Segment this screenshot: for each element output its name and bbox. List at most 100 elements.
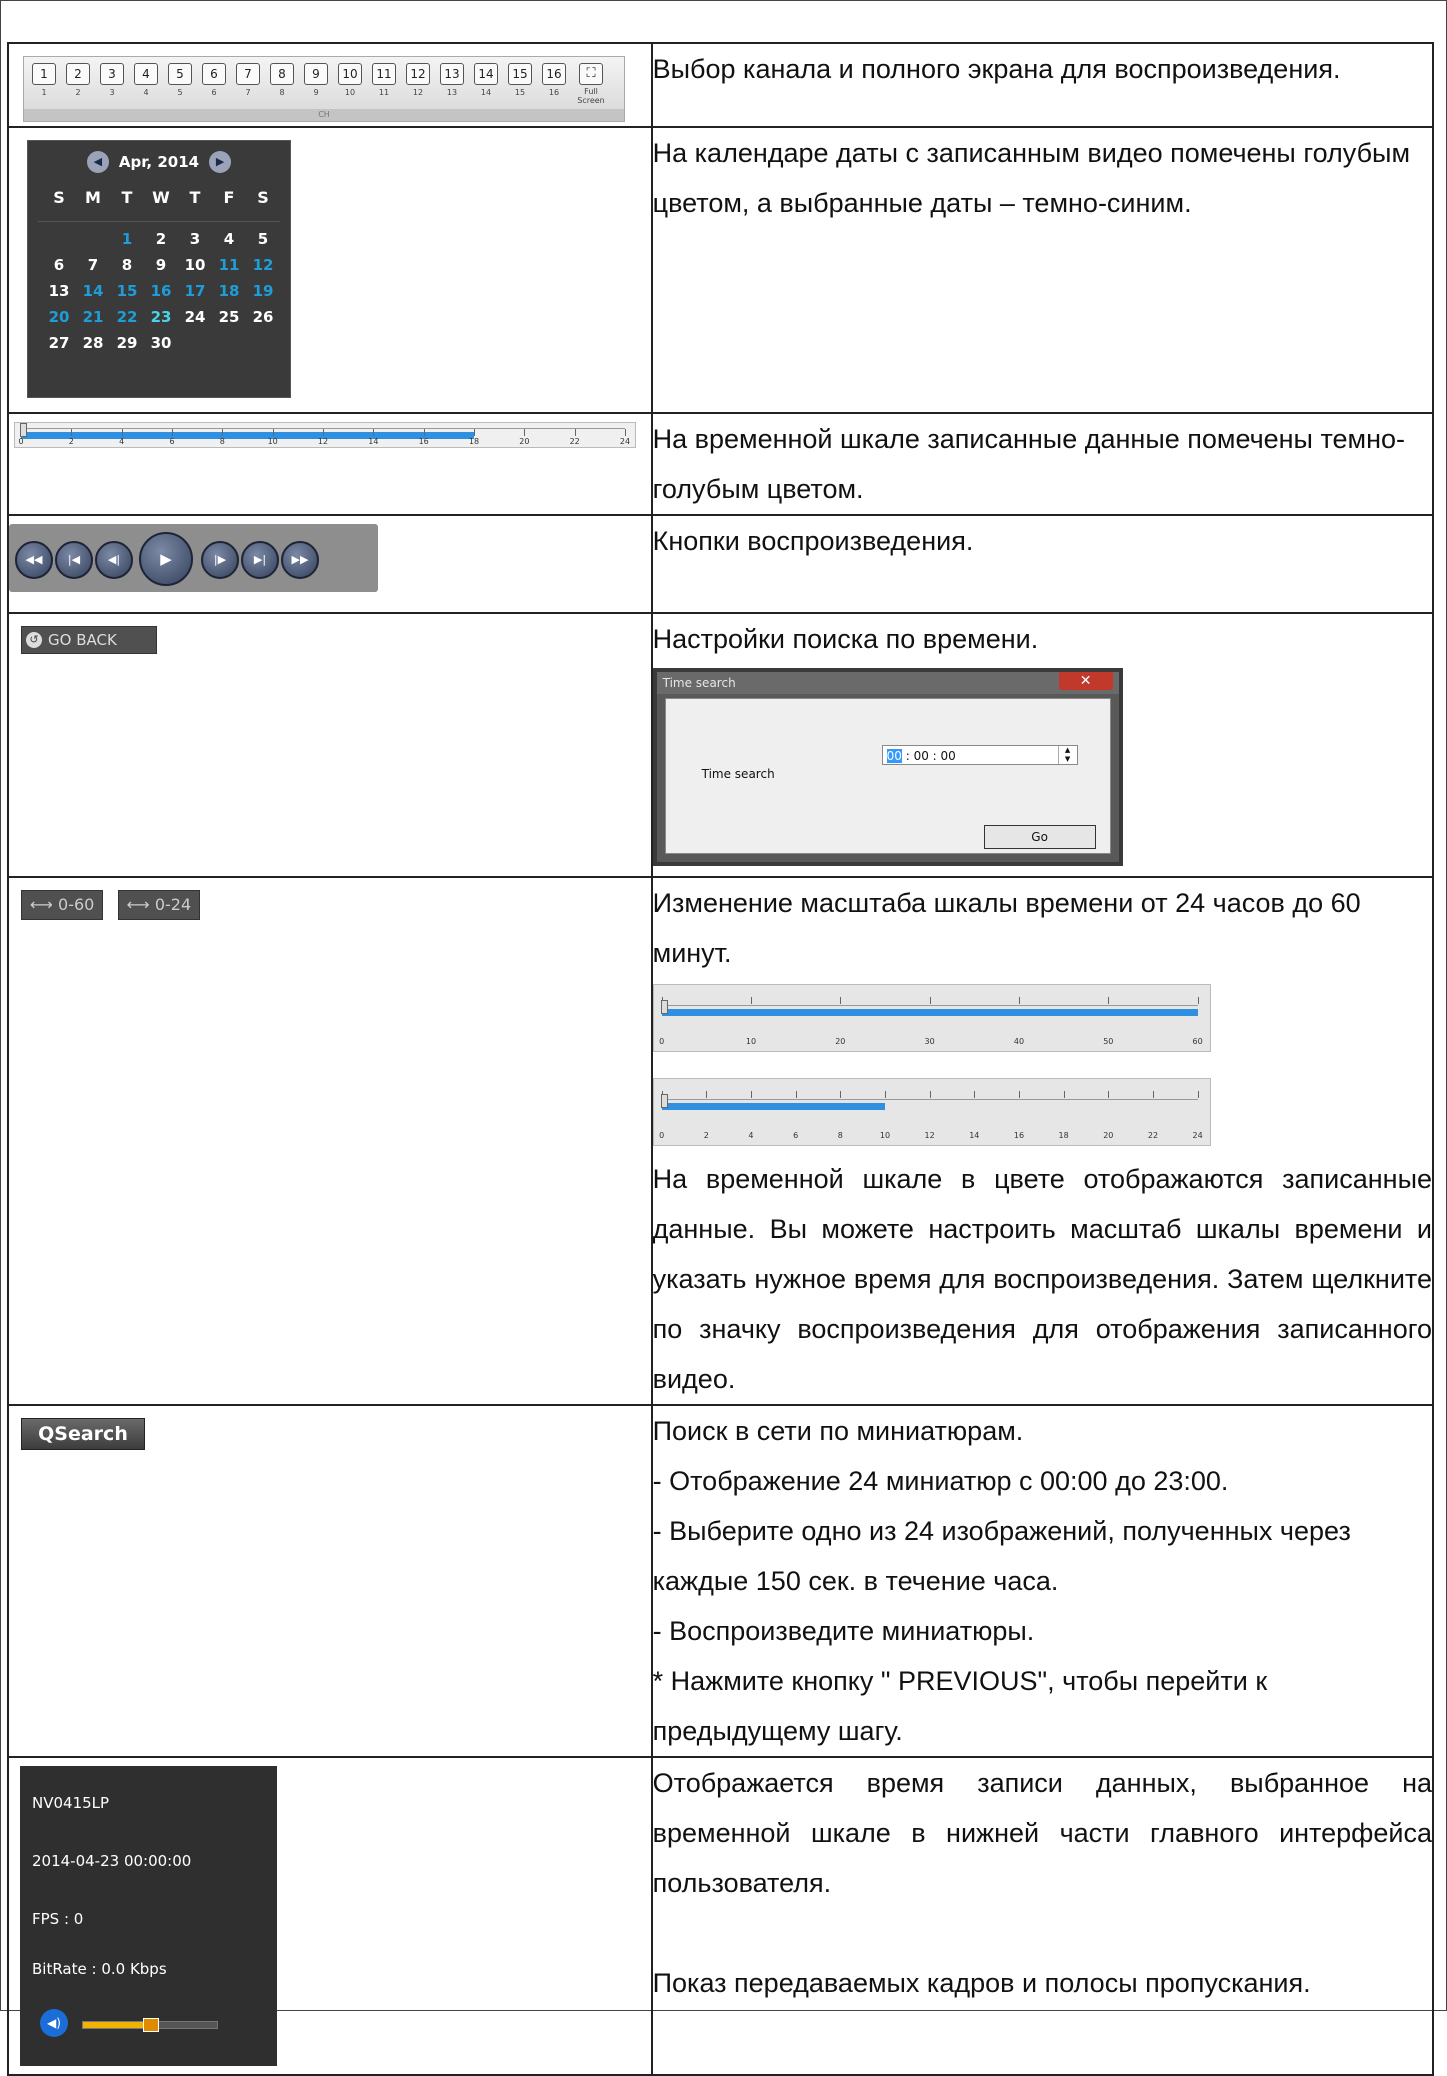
channel-11-button[interactable]: 11 11 [370,63,398,105]
reverse-icon[interactable]: ◀| [95,541,133,579]
channel-button-number: 9 [313,88,319,97]
calendar-day[interactable]: 25 [212,304,246,330]
volume-slider[interactable] [82,2018,218,2032]
channel-buttons: 1 1 2 2 3 3 4 4 5 5 6 6 7 7 8 8 9 9 10 10 11 11 12 12 13 13 14 14 15… [30,63,608,105]
calendar-day[interactable]: 14 [76,278,110,304]
calendar-day[interactable]: 24 [178,304,212,330]
timeline-tick [1108,997,1110,1004]
calendar-day[interactable]: 12 [246,252,280,278]
calendar-day[interactable]: 18 [212,278,246,304]
go-back-button[interactable]: ↺ GO BACK [21,626,157,654]
timeline-tick-label: 40 [1013,1037,1025,1046]
calendar-day[interactable]: 19 [246,278,280,304]
calendar-day[interactable]: 1 [110,226,144,252]
timeline-tick-label: 20 [1103,1131,1114,1140]
timeline-tick [1152,1091,1154,1098]
channel-button-number: 1 [41,88,47,97]
calendar-day[interactable]: 3 [178,226,212,252]
next-month-icon[interactable]: ▶ [209,151,232,173]
table-row: ◀◀ |◀ ◀| ▶ |▶ ▶| ▶▶ Кнопки воспроизведения. [7,514,1435,614]
full-screen-label: Full Screen [574,87,608,105]
fast-rewind-icon[interactable]: ◀◀ [15,541,53,579]
calendar-day[interactable]: 10 [178,252,212,278]
channel-8-button[interactable]: 88 [268,63,296,105]
timeline-tick [323,429,324,436]
calendar-day[interactable]: 5 [246,226,280,252]
full-screen-button[interactable]: ⛶ Full Screen [574,63,608,105]
timeline-tick [929,1091,931,1098]
recorded-segment [21,432,474,439]
close-icon[interactable]: ✕ [1058,672,1113,690]
channel-7-button[interactable]: 77 [234,63,262,105]
timeline-tick-label: 50 [1103,1037,1114,1046]
row-description: Настройки поиска по времени. [652,624,1039,654]
timeline-handle[interactable] [660,1000,668,1014]
calendar-day[interactable]: 28 [76,330,110,356]
calendar-day[interactable]: 29 [110,330,144,356]
timeline-60min[interactable]: 0 10 20 30 40 50 60 [652,984,1211,1052]
table-row: ↺ GO BACK Настройки поиска по времени. T… [7,612,1435,878]
timeline-handle[interactable] [20,423,27,437]
channel-button-number: 5 [177,88,183,97]
calendar-day[interactable]: 23 [144,304,178,330]
channel-button-box: 2 [66,63,90,85]
scale-24-button[interactable]: ⟷ 0-24 [117,890,201,920]
fast-forward-icon[interactable]: ▶▶ [281,541,319,579]
time-search-input[interactable]: 00 : 00 : 00 ▲ ▼ [881,745,1078,765]
channel-button-box: 13 [440,63,464,85]
channel-button-box: 5 [168,63,192,85]
calendar-day[interactable]: 20 [42,304,76,330]
timeline-tick-label: 60 [1192,1037,1203,1046]
channel-3-button[interactable]: 33 [98,63,126,105]
channel-10-button[interactable]: 10 10 [336,63,364,105]
channel-12-button[interactable]: 12 12 [404,63,432,105]
calendar-day[interactable]: 4 [212,226,246,252]
calendar-day[interactable]: 8 [110,252,144,278]
calendar-day[interactable]: 2 [144,226,178,252]
calendar-day[interactable]: 7 [76,252,110,278]
channel-16-button[interactable]: 16 16 [540,63,568,105]
channel-9-button[interactable]: 99 [302,63,330,105]
qsearch-button[interactable]: QSearch [21,1418,145,1450]
channel-14-button[interactable]: 14 14 [472,63,500,105]
prev-month-icon[interactable]: ◀ [86,151,109,173]
channel-1-button[interactable]: 11 [30,63,58,105]
calendar-day[interactable]: 30 [144,330,178,356]
volume-knob[interactable] [143,2018,159,2032]
channel-15-button[interactable]: 15 15 [506,63,534,105]
calendar-day[interactable]: 17 [178,278,212,304]
calendar-day[interactable]: 15 [110,278,144,304]
timeline-handle[interactable] [660,1094,668,1108]
channel-button-box: 12 [406,63,430,85]
volume-icon[interactable]: ◀) [40,2009,68,2037]
channel-6-button[interactable]: 66 [200,63,228,105]
step-back-icon[interactable]: |◀ [55,541,93,579]
spinner-icon[interactable]: ▲ ▼ [1057,746,1077,764]
calendar-day[interactable]: 9 [144,252,178,278]
timeline-tick [423,429,425,436]
forward-frame-icon[interactable]: |▶ [201,541,239,579]
timeline-tick-label: 24 [1192,1131,1203,1140]
calendar-day[interactable]: 11 [212,252,246,278]
channel-button-number: 13 [446,88,458,97]
play-icon[interactable]: ▶ [139,532,193,586]
calendar-day[interactable]: 26 [246,304,280,330]
timeline-24h-zoom[interactable]: 0 2 4 6 8 10 12 14 16 18 20 22 24 [652,1078,1211,1146]
go-button[interactable]: Go [983,825,1096,849]
timeline-24h[interactable]: 0 2 4 6 8 10 12 14 16 18 20 22 24 [14,422,636,448]
calendar-day[interactable]: 27 [42,330,76,356]
calendar-day[interactable]: 6 [42,252,76,278]
channel-5-button[interactable]: 55 [166,63,194,105]
timeline-tick [840,997,842,1004]
channel-13-button[interactable]: 13 13 [438,63,466,105]
calendar-day[interactable]: 22 [110,304,144,330]
next-icon[interactable]: ▶| [241,541,279,579]
calendar-day[interactable]: 16 [144,278,178,304]
channel-2-button[interactable]: 22 [64,63,92,105]
timeline-tick [750,997,752,1004]
scale-60-button[interactable]: ⟷ 0-60 [21,890,104,920]
timeline-tick [750,1091,752,1098]
calendar-day[interactable]: 21 [76,304,110,330]
channel-4-button[interactable]: 44 [132,63,160,105]
calendar-day[interactable]: 13 [42,278,76,304]
